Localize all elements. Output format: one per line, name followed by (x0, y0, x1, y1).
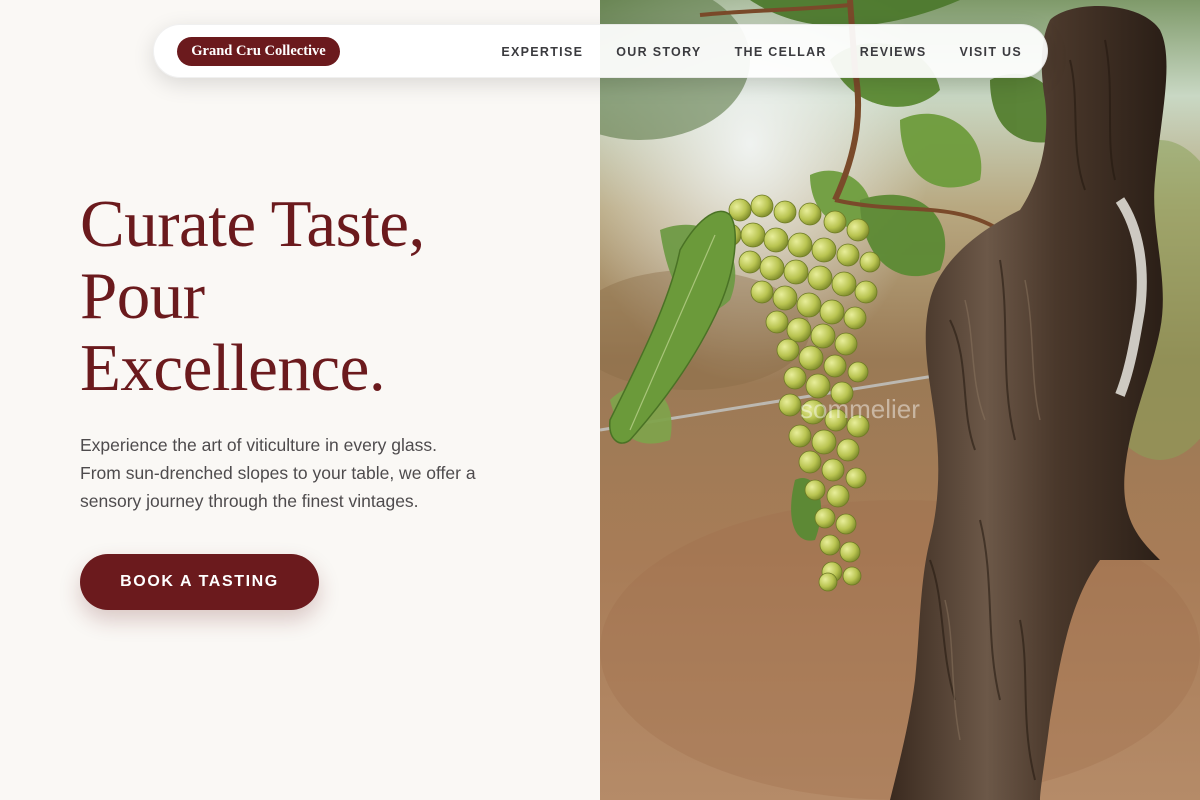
hero-subtitle: Experience the art of viticulture in eve… (80, 431, 530, 515)
hero-title-line: Curate Taste, (80, 187, 425, 261)
hero-subtitle-line: From sun-drenched slopes to your table, … (80, 463, 476, 483)
hero-section: Curate Taste, Pour Excellence. Experienc… (0, 0, 600, 800)
nav-link-reviews[interactable]: REVIEWS (860, 45, 927, 59)
nav-link-our-story[interactable]: OUR STORY (616, 45, 701, 59)
hero-title: Curate Taste, Pour Excellence. (80, 188, 560, 404)
nav-link-expertise[interactable]: EXPERTISE (501, 45, 583, 59)
vineyard-image: sommelier (600, 0, 1200, 800)
brand-logo[interactable]: Grand Cru Collective (177, 37, 340, 66)
nav-link-visit-us[interactable]: VISIT US (960, 45, 1023, 59)
nav-link-the-cellar[interactable]: THE CELLAR (735, 45, 827, 59)
book-tasting-button[interactable]: BOOK A TASTING (80, 554, 319, 610)
hero-subtitle-line: sensory journey through the finest vinta… (80, 491, 419, 511)
top-navigation: Grand Cru Collective EXPERTISE OUR STORY… (153, 24, 1048, 78)
nav-links: EXPERTISE OUR STORY THE CELLAR REVIEWS V… (468, 25, 1047, 79)
hero-subtitle-line: Experience the art of viticulture in eve… (80, 435, 437, 455)
watermark: sommelier (800, 394, 920, 424)
hero-title-line: Pour (80, 259, 205, 333)
hero-title-line: Excellence. (80, 331, 386, 405)
